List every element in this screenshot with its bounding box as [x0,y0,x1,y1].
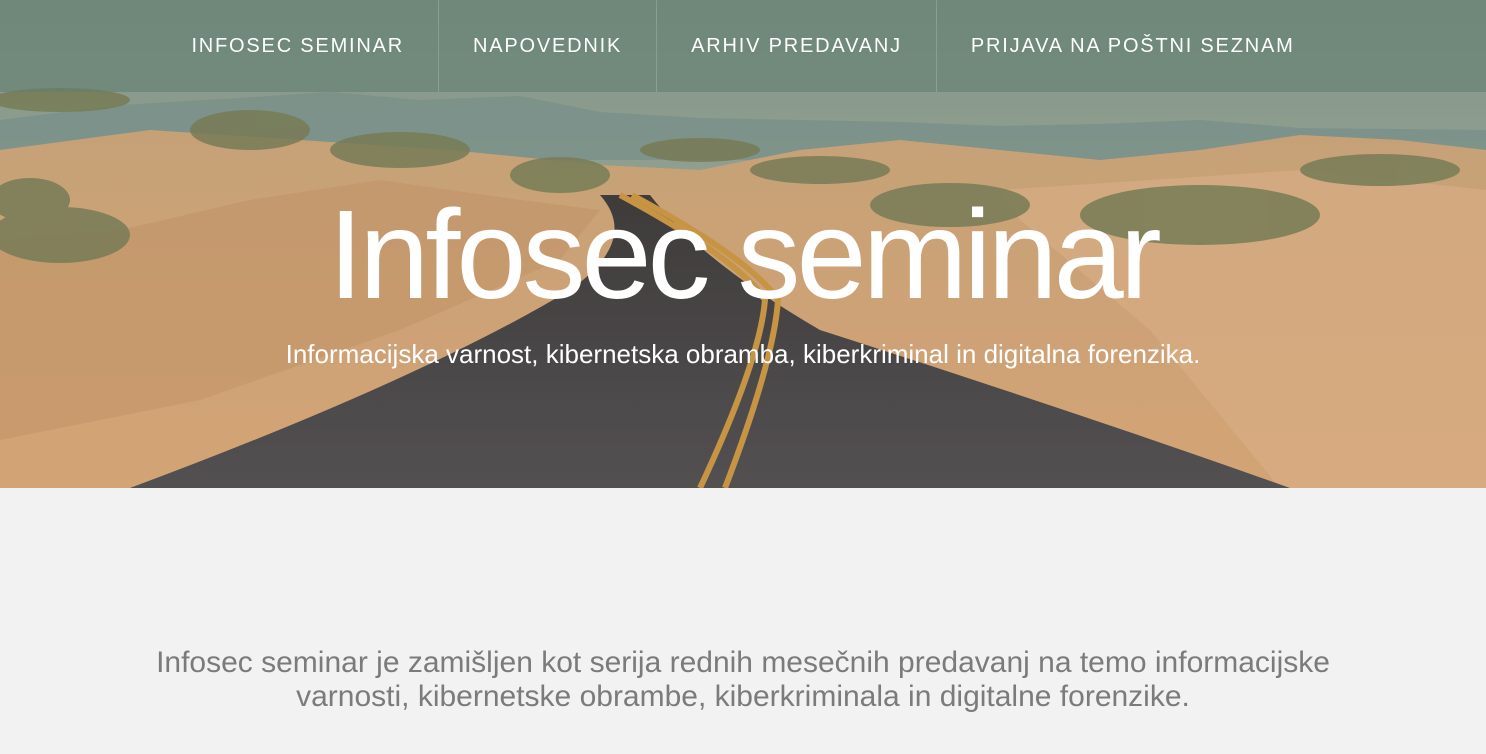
nav-item-arhiv-predavanj[interactable]: ARHIV PREDAVANJ [656,0,936,92]
nav-item-label: NAPOVEDNIK [473,34,623,57]
hero-subtitle: Informacijska varnost, kibernetska obram… [285,339,1201,369]
nav-item-prijava-na-postni-seznam[interactable]: PRIJAVA NA POŠTNI SEZNAM [935,0,1329,92]
nav-item-infosec-seminar[interactable]: INFOSEC SEMINAR [157,0,438,92]
top-navigation: INFOSEC SEMINAR NAPOVEDNIK ARHIV PREDAVA… [0,0,1486,92]
nav-item-label: PRIJAVA NA POŠTNI SEZNAM [970,34,1295,57]
hero-section: INFOSEC SEMINAR NAPOVEDNIK ARHIV PREDAVA… [0,0,1486,488]
intro-text: Infosec seminar je zamišljen kot serija … [156,646,1330,713]
nav-item-napovednik[interactable]: NAPOVEDNIK [438,0,656,92]
nav-item-label: INFOSEC SEMINAR [191,34,405,57]
nav-item-label: ARHIV PREDAVANJ [691,34,902,57]
hero-title: Infosec seminar [328,184,1161,325]
